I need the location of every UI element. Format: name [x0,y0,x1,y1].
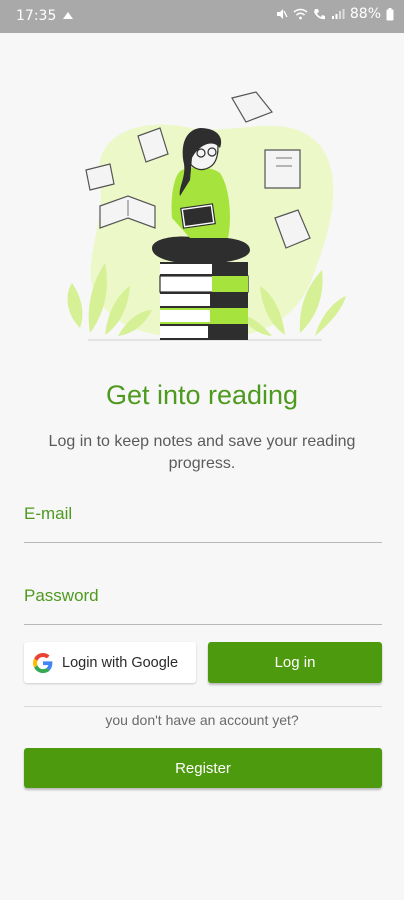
password-underline [24,624,382,625]
google-icon [33,652,53,673]
password-field[interactable]: Password [24,586,382,626]
email-label: E-mail [24,504,73,523]
password-label: Password [24,586,99,605]
mute-icon [276,9,288,19]
divider [24,706,382,707]
google-login-button[interactable]: Login with Google [24,642,196,683]
status-time: 17:35 [16,8,57,24]
status-bar: 17:35 88% [0,0,404,33]
register-button[interactable]: Register [24,748,382,788]
notification-icon [63,12,73,19]
login-button[interactable]: Log in [208,642,382,683]
google-login-label: Login with Google [62,654,179,671]
wifi-icon [293,8,308,20]
battery-percent: 88% [349,6,381,22]
status-right: 88% [276,6,394,22]
no-account-text: you don't have an account yet? [105,712,299,728]
email-underline [24,542,382,543]
signal-icon [331,9,345,19]
page-title: Get into reading [105,380,299,410]
battery-icon [386,7,394,20]
call-icon [313,9,325,20]
page-subtitle: Log in to keep notes and save your readi… [48,433,356,472]
reading-illustration [67,91,346,341]
email-field[interactable]: E-mail [24,504,382,544]
book-stack [159,262,249,340]
